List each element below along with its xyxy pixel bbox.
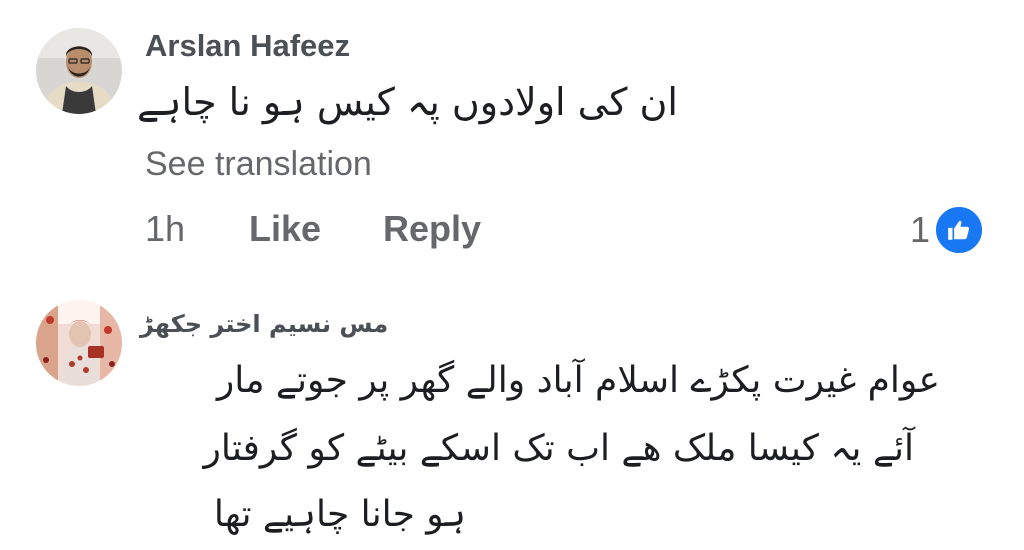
comment-text-line: عوام غیرت پکڑے اسلام آباد والے گھر پر جو… [216, 360, 940, 401]
comment-text-line: آئے یہ کیسا ملک ھے اب تک اسکے بیٹے کو گر… [203, 428, 914, 469]
comment-naseem-akhtar: مس نسیم اختر جکھڑ عوام غیرت پکڑے اسلام آ… [0, 280, 1024, 550]
see-translation-link[interactable]: See translation [145, 145, 372, 184]
avatar-photo [36, 28, 122, 114]
thumbs-up-icon [934, 205, 985, 255]
comment-text: ان کی اولادوں پہ کیس ہو نا چاہے [136, 80, 678, 124]
reaction-summary[interactable]: 1 [910, 205, 985, 255]
comment-timestamp[interactable]: 1h [145, 208, 185, 250]
comment-author[interactable]: Arslan Hafeez [145, 28, 350, 64]
like-button[interactable]: Like [249, 208, 321, 250]
comment-author[interactable]: مس نسیم اختر جکھڑ [140, 310, 388, 338]
reaction-count: 1 [910, 209, 931, 250]
avatar-photo [36, 300, 122, 386]
avatar[interactable] [36, 300, 122, 386]
comment-text-line: ہو جانا چاہیے تھا [213, 494, 466, 535]
avatar[interactable] [36, 28, 122, 114]
reply-button[interactable]: Reply [383, 208, 481, 250]
comment-actions: 1h Like Reply [145, 208, 545, 252]
comment-arslan-hafeez: Arslan Hafeez ان کی اولادوں پہ کیس ہو نا… [0, 0, 1024, 280]
